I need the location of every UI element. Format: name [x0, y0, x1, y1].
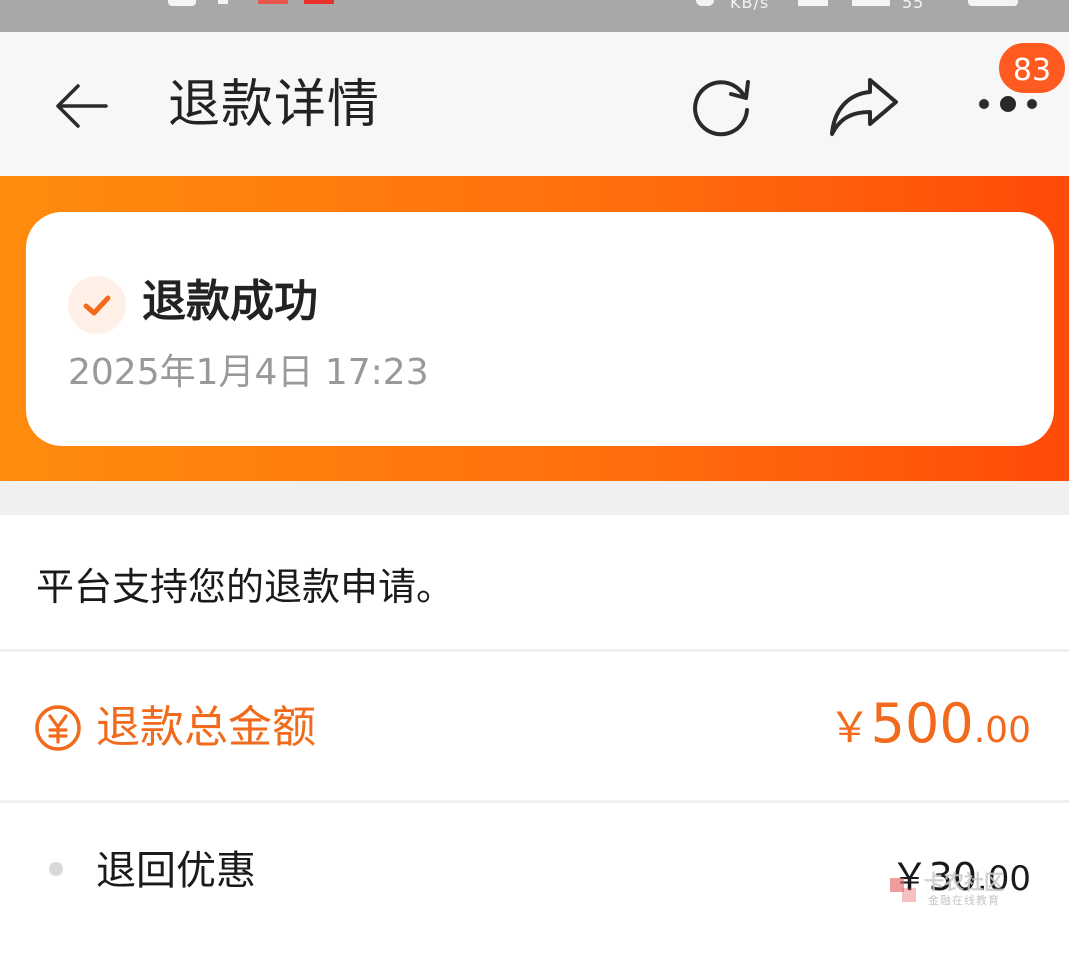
returned-discount-label: 退回优惠	[96, 848, 256, 894]
divider	[0, 800, 1069, 803]
refund-total-label: 退款总金额	[96, 702, 316, 753]
section-gap	[0, 481, 1069, 515]
refund-status-card: 退款成功 2025年1月4日 17:23	[26, 212, 1054, 446]
network-speed: KB/s	[730, 0, 770, 12]
notification-icon	[168, 0, 196, 6]
refund-status-time: 2025年1月4日 17:23	[68, 352, 429, 393]
notification-badge: 83	[996, 40, 1068, 96]
app-notification-icon	[258, 0, 288, 4]
nav-bar: 退款详情 83	[0, 32, 1069, 176]
bullet-dot	[49, 862, 63, 876]
status-bar: KB/s 55	[0, 0, 1069, 32]
battery-icon	[968, 0, 1018, 6]
checkmark-icon	[83, 295, 111, 316]
refresh-icon[interactable]	[684, 70, 758, 144]
share-icon[interactable]	[826, 72, 902, 142]
watermark-subtitle: 金融在线教育	[928, 894, 1000, 907]
wifi-icon	[696, 0, 714, 6]
signal-icon	[798, 0, 828, 6]
watermark-name: 卡农社区	[924, 870, 1004, 894]
status-header: 退款成功 2025年1月4日 17:23	[0, 176, 1069, 481]
back-arrow-icon[interactable]	[52, 76, 112, 136]
app-notification-icon	[304, 0, 334, 4]
page-title: 退款详情	[168, 75, 381, 135]
amount-decimal: .00	[973, 710, 1031, 751]
watermark-logo-icon	[890, 878, 916, 902]
battery-level: 55	[902, 0, 925, 12]
watermark: 卡农社区 金融在线教育	[888, 870, 1018, 912]
refund-total-amount: ￥500.00	[829, 692, 1031, 755]
check-circle	[68, 276, 126, 334]
refund-notice: 平台支持您的退款申请。	[36, 565, 455, 609]
currency-symbol: ￥	[828, 703, 871, 752]
refund-status-title: 退款成功	[142, 276, 318, 327]
signal-icon	[852, 0, 890, 6]
yen-icon	[35, 705, 81, 751]
amount-integer: 500	[870, 692, 974, 755]
divider	[0, 649, 1069, 652]
notification-icon	[218, 0, 228, 4]
